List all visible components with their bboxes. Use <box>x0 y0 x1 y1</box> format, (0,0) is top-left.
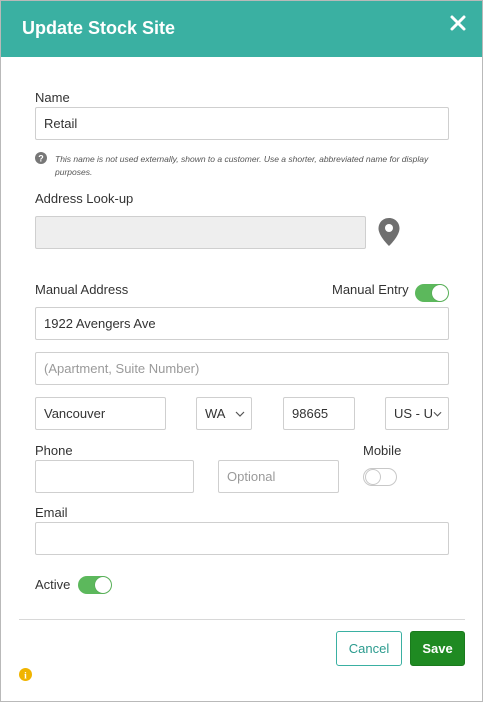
address-line2-input[interactable]: (Apartment, Suite Number) <box>35 352 449 385</box>
toggle-knob <box>95 577 111 593</box>
mobile-label: Mobile <box>363 443 402 458</box>
name-hint: This name is not used externally, shown … <box>55 154 429 177</box>
zip-input[interactable]: 98665 <box>283 397 355 430</box>
manual-address-label: Manual Address <box>35 282 129 297</box>
state-select[interactable]: WA <box>196 397 252 430</box>
svg-text:?: ? <box>38 154 44 164</box>
close-icon[interactable] <box>448 13 468 33</box>
address-line2-placeholder: (Apartment, Suite Number) <box>44 361 200 376</box>
email-label: Email <box>35 505 68 520</box>
chevron-down-icon <box>235 411 245 417</box>
dialog-header: Update Stock Site <box>1 1 482 57</box>
map-pin-icon[interactable] <box>377 217 401 247</box>
cancel-button[interactable]: Cancel <box>336 631 402 666</box>
phone-ext-input[interactable]: Optional <box>218 460 339 493</box>
dialog-title: Update Stock Site <box>22 18 176 38</box>
name-input-value: Retail <box>44 116 78 131</box>
active-label: Active <box>35 577 71 592</box>
info-icon[interactable]: i <box>19 668 32 681</box>
help-icon: ? <box>35 152 47 164</box>
name-input[interactable]: Retail <box>35 107 449 140</box>
update-stock-site-dialog: Update Stock Site Name Retail ? This nam… <box>0 0 483 702</box>
phone-label: Phone <box>35 443 73 458</box>
city-input[interactable]: Vancouver <box>35 397 166 430</box>
manual-entry-label: Manual Entry <box>332 282 409 297</box>
chevron-down-icon <box>433 411 442 417</box>
address-line1-input[interactable]: 1922 Avengers Ave <box>35 307 449 340</box>
toggle-knob <box>432 285 448 301</box>
mobile-toggle[interactable] <box>363 468 397 486</box>
active-toggle[interactable] <box>78 576 112 594</box>
svg-text:i: i <box>24 671 27 681</box>
toggle-knob <box>365 469 381 485</box>
manual-entry-toggle[interactable] <box>415 284 449 302</box>
country-select[interactable]: US - U <box>385 397 449 430</box>
name-label: Name <box>35 90 70 105</box>
address-lookup-input[interactable] <box>35 216 366 249</box>
footer-divider <box>19 619 465 620</box>
phone-input[interactable] <box>35 460 194 493</box>
save-button[interactable]: Save <box>410 631 465 666</box>
address-lookup-label: Address Look-up <box>35 191 134 206</box>
email-input[interactable] <box>35 522 449 555</box>
phone-ext-placeholder: Optional <box>227 469 276 484</box>
